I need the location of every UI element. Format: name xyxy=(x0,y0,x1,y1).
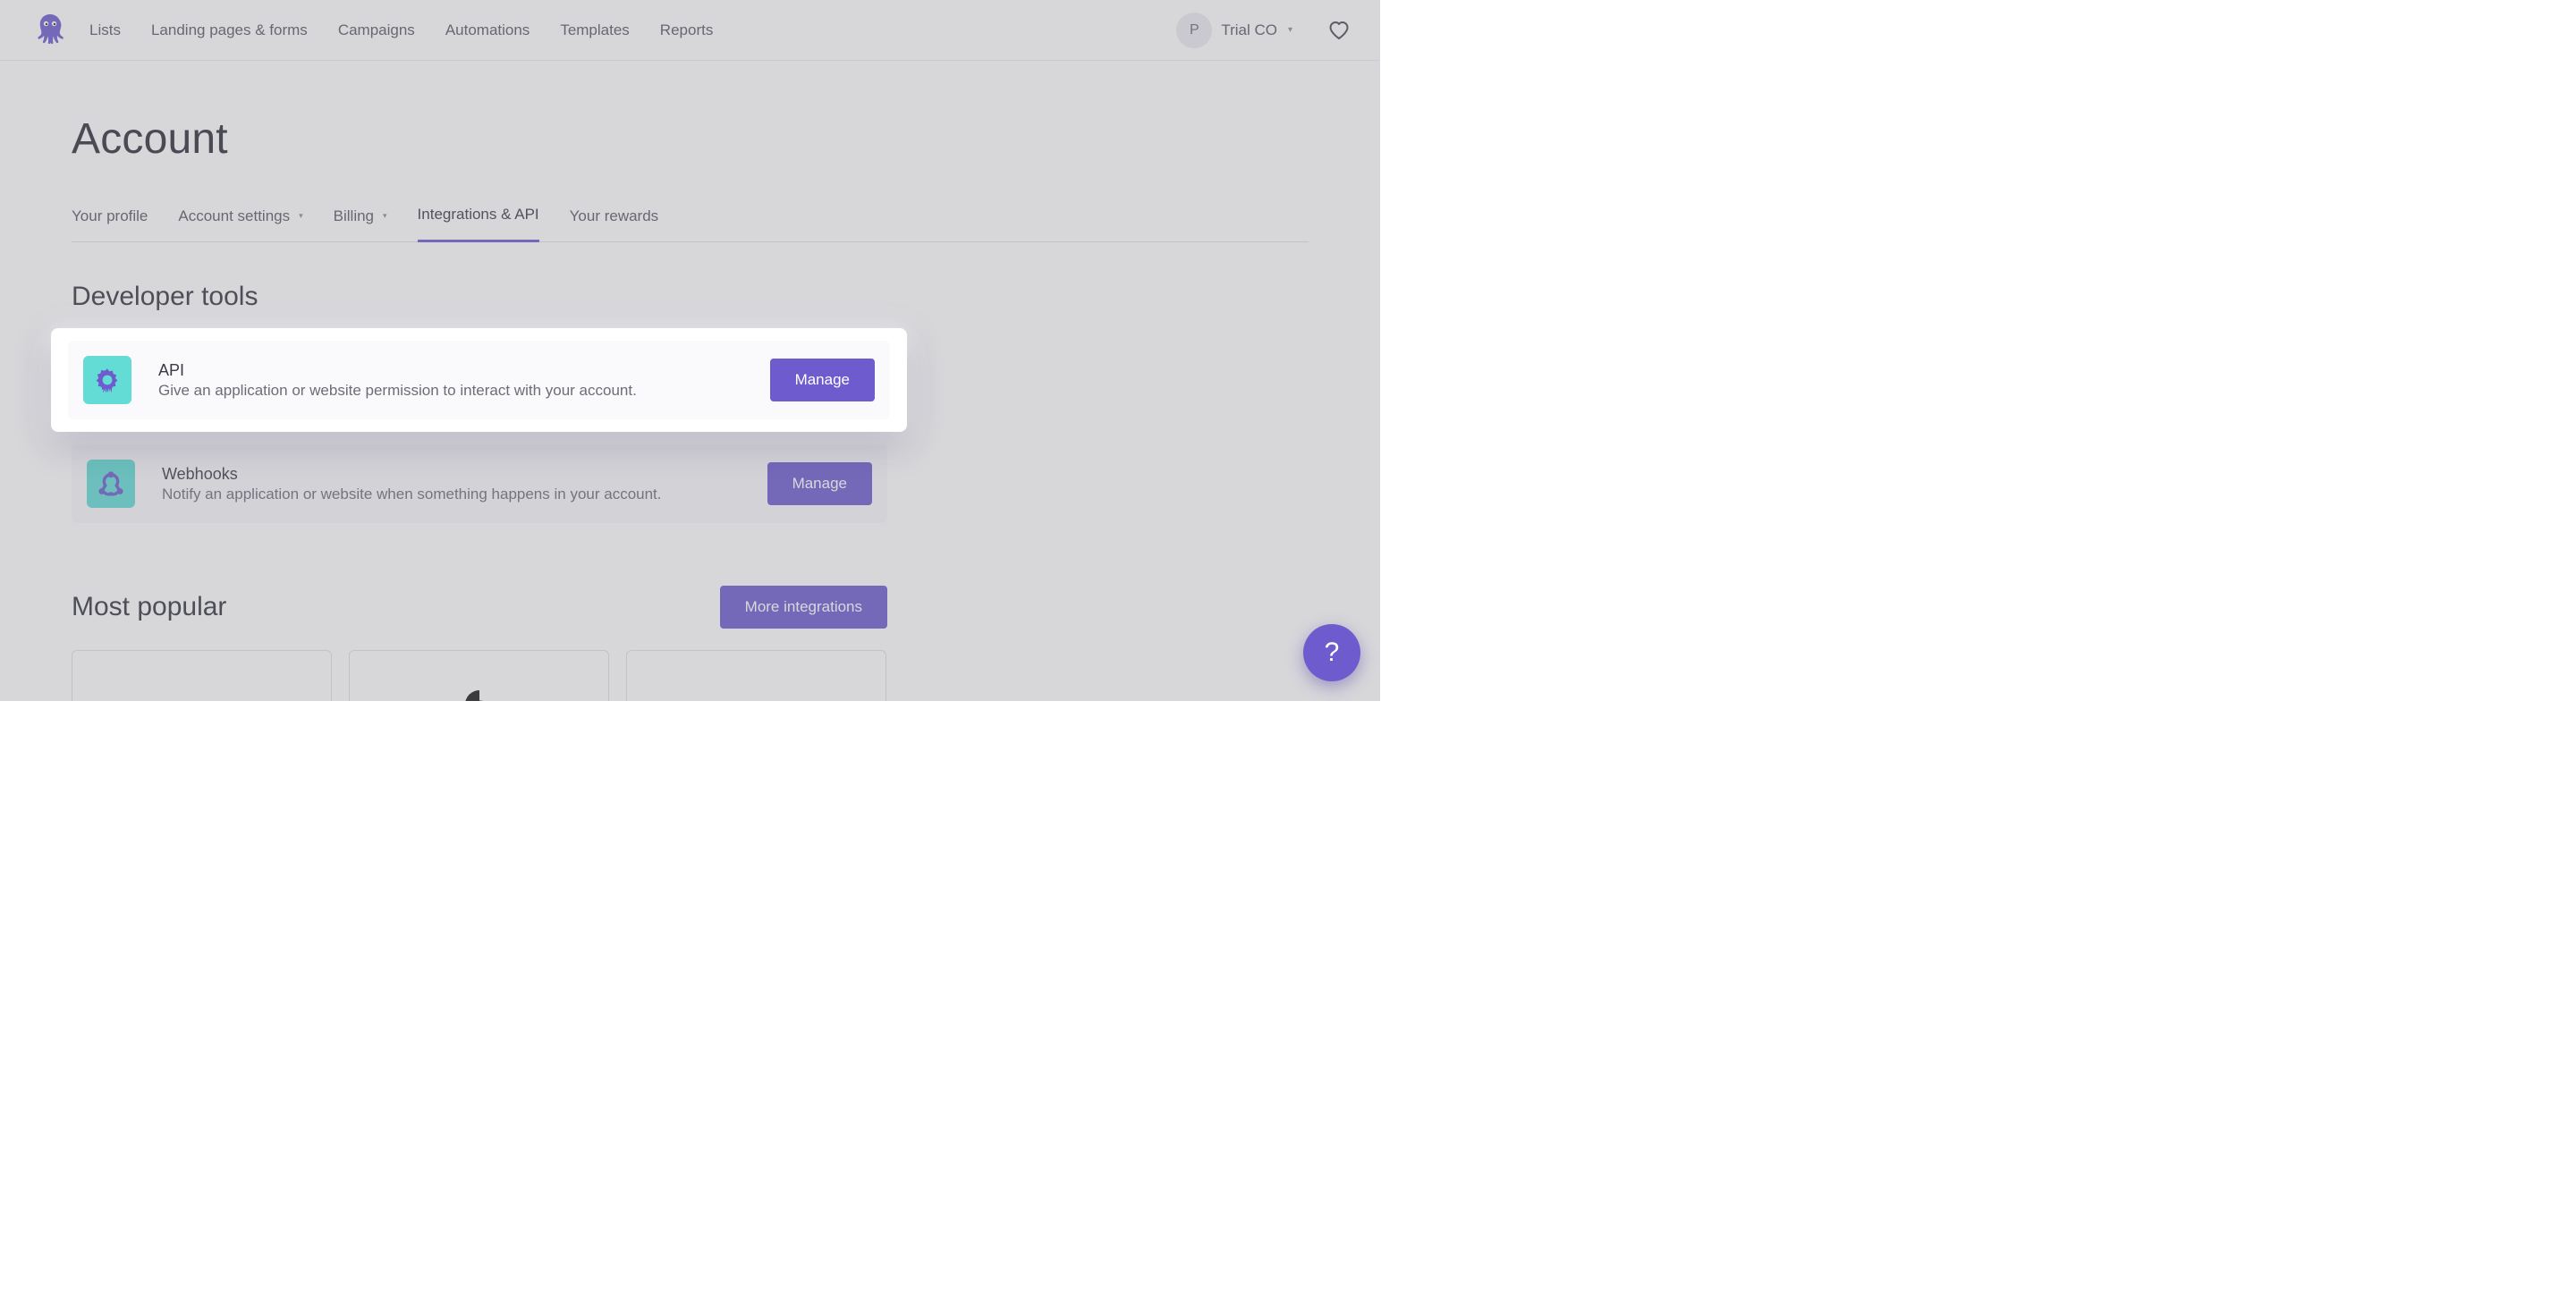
developer-tools-heading: Developer tools xyxy=(72,282,1309,312)
integration-logo-2 xyxy=(453,683,506,701)
tool-text: Webhooks Notify an application or websit… xyxy=(162,465,741,503)
most-popular-heading: Most popular xyxy=(72,592,226,622)
chevron-down-icon: ▾ xyxy=(383,211,387,221)
app-logo[interactable] xyxy=(23,12,77,49)
help-button[interactable]: ? xyxy=(1303,624,1360,681)
app-viewport: Lists Landing pages & forms Campaigns Au… xyxy=(0,0,1380,701)
api-description: Give an application or website permissio… xyxy=(158,382,743,400)
tab-label: Account settings xyxy=(178,207,290,225)
chevron-down-icon: ▾ xyxy=(1288,25,1292,35)
manage-webhooks-button[interactable]: Manage xyxy=(767,462,872,505)
favorites-button[interactable] xyxy=(1328,21,1350,40)
tool-card-api[interactable]: API API Give an application or website p… xyxy=(68,341,890,419)
avatar: P xyxy=(1176,13,1212,48)
topbar: Lists Landing pages & forms Campaigns Au… xyxy=(0,0,1380,61)
integration-logo-3 xyxy=(730,683,784,701)
integration-card-1[interactable] xyxy=(72,650,332,701)
page-title: Account xyxy=(72,114,1309,164)
user-menu[interactable]: P Trial CO ▾ xyxy=(1176,13,1292,48)
org-name: Trial CO xyxy=(1221,21,1277,39)
integration-card-2[interactable] xyxy=(349,650,609,701)
tab-billing[interactable]: Billing ▾ xyxy=(334,207,387,241)
nav-automations[interactable]: Automations xyxy=(445,21,530,39)
tab-your-profile[interactable]: Your profile xyxy=(72,207,148,241)
nav-templates[interactable]: Templates xyxy=(560,21,629,39)
webhooks-icon xyxy=(87,460,135,508)
integration-grid xyxy=(72,650,887,701)
primary-nav: Lists Landing pages & forms Campaigns Au… xyxy=(89,21,713,39)
heart-icon xyxy=(1328,21,1350,40)
webhooks-title: Webhooks xyxy=(162,465,741,484)
integration-logo-1 xyxy=(175,683,229,701)
question-mark-icon: ? xyxy=(1325,638,1340,668)
account-tabs: Your profile Account settings ▾ Billing … xyxy=(72,205,1309,242)
tool-text: API Give an application or website permi… xyxy=(158,361,743,400)
manage-api-button[interactable]: Manage xyxy=(770,359,875,401)
nav-campaigns[interactable]: Campaigns xyxy=(338,21,415,39)
webhooks-description: Notify an application or website when so… xyxy=(162,486,741,503)
tab-your-rewards[interactable]: Your rewards xyxy=(570,207,659,241)
octopus-logo-icon xyxy=(34,12,66,49)
most-popular-section: Most popular More integrations xyxy=(72,586,887,701)
more-integrations-button[interactable]: More integrations xyxy=(720,586,887,629)
tab-label: Your rewards xyxy=(570,207,659,225)
tab-account-settings[interactable]: Account settings ▾ xyxy=(178,207,302,241)
nav-reports[interactable]: Reports xyxy=(660,21,714,39)
tab-label: Billing xyxy=(334,207,374,225)
nav-lists[interactable]: Lists xyxy=(89,21,121,39)
nav-landing-pages[interactable]: Landing pages & forms xyxy=(151,21,308,39)
api-card-spotlight: API API Give an application or website p… xyxy=(51,328,907,432)
integration-card-3[interactable] xyxy=(626,650,886,701)
chevron-down-icon: ▾ xyxy=(299,211,303,221)
tab-label: Your profile xyxy=(72,207,148,225)
tool-card-webhooks[interactable]: Webhooks Notify an application or websit… xyxy=(72,444,887,523)
api-gear-icon: API xyxy=(83,356,131,404)
tab-label: Integrations & API xyxy=(418,206,539,224)
tab-integrations-api[interactable]: Integrations & API xyxy=(418,206,539,242)
api-title: API xyxy=(158,361,743,380)
svg-text:API: API xyxy=(103,388,113,394)
